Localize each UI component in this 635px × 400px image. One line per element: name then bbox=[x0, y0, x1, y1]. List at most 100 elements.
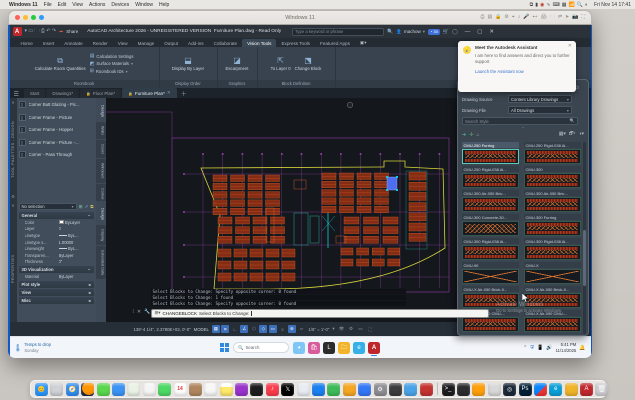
start-button[interactable] bbox=[220, 343, 229, 352]
select-objects-icon[interactable]: ➚ bbox=[85, 204, 89, 210]
folder-icon[interactable]: 🗀 bbox=[550, 14, 555, 22]
photoshop-icon[interactable]: Ps bbox=[518, 382, 532, 396]
tool-palette-item[interactable]: ▯ Corner Frame - Picture -... bbox=[18, 138, 94, 146]
mic-icon[interactable]: 🎤 bbox=[523, 14, 529, 22]
properties-tab-design[interactable]: Design bbox=[95, 204, 106, 224]
tv-icon[interactable] bbox=[250, 382, 264, 396]
notifications-bell-icon[interactable]: 🔔 bbox=[579, 345, 585, 351]
autocad-app-icon[interactable]: A bbox=[12, 27, 22, 36]
property-value[interactable]: ByLayer bbox=[59, 253, 94, 258]
menubar-app-name[interactable]: Windows 11 bbox=[9, 2, 38, 8]
polar-tracking-icon[interactable]: ∠ bbox=[240, 325, 249, 333]
panel-label[interactable]: Block Definition bbox=[257, 80, 335, 88]
file-tab-floor-plan-[interactable]: 🔒 Floor Plan* bbox=[80, 89, 122, 98]
notes-icon[interactable] bbox=[219, 382, 233, 396]
drag-handle-icon[interactable]: ⁞ bbox=[133, 309, 134, 315]
property-row[interactable]: Color ByLayer bbox=[19, 219, 94, 226]
fullscreen-icon[interactable]: ⛶ bbox=[581, 14, 585, 22]
freeform-icon[interactable] bbox=[342, 382, 356, 396]
finder-icon[interactable]: 😊 bbox=[35, 382, 48, 396]
property-section-view[interactable]: View ◂ bbox=[18, 288, 94, 296]
screen-icon[interactable]: ▦ bbox=[562, 2, 567, 8]
edge-icon[interactable]: e bbox=[549, 382, 563, 396]
minimize-button[interactable]: — bbox=[465, 29, 471, 35]
palette-tab-doors[interactable]: Doors bbox=[95, 139, 106, 159]
grid-icon[interactable]: ▤ bbox=[487, 14, 492, 22]
wall-style-tile[interactable]: CMU-90 bbox=[462, 262, 519, 284]
property-value[interactable]: 0" bbox=[59, 259, 94, 264]
mouse-icon[interactable]: ⌖ bbox=[512, 14, 515, 22]
security-tray-icon[interactable]: ⛨ bbox=[530, 345, 534, 351]
reminders-icon[interactable] bbox=[204, 382, 218, 396]
passwords-icon[interactable] bbox=[296, 382, 310, 396]
wall-style-tile[interactable]: CMU-300 Air-050 Bric... bbox=[524, 190, 581, 212]
maps-icon[interactable] bbox=[127, 382, 141, 396]
ribbon-tab-view[interactable]: View bbox=[113, 39, 133, 47]
style-search-input[interactable]: Search Style 🔍 bbox=[462, 117, 578, 125]
escarpment-button[interactable]: ◪ Escarpment bbox=[226, 56, 249, 71]
workspace-icon[interactable]: ⚙ bbox=[347, 325, 355, 333]
property-value[interactable]: ByLayer bbox=[59, 274, 94, 279]
maximize-button[interactable]: ▢ bbox=[477, 29, 482, 35]
search-icon[interactable]: 🔍 bbox=[387, 29, 393, 35]
parallels-icon[interactable]: ◉ bbox=[540, 2, 544, 8]
print-icon[interactable]: 🖨 bbox=[540, 14, 546, 22]
camera-icon[interactable]: 📷 bbox=[572, 14, 578, 22]
trial-countdown-badge[interactable]: ◔ 35 bbox=[427, 28, 440, 35]
wall-style-tile[interactable]: CMU-300 Rigid-038 Ai... bbox=[524, 238, 581, 260]
property-section-general[interactable]: General − bbox=[18, 212, 94, 219]
ribbon-tab-vision-tools[interactable]: Vision Tools bbox=[242, 39, 277, 47]
photos-icon[interactable] bbox=[142, 382, 156, 396]
annotation-scale-button[interactable]: 1/8" = 1'-0" bbox=[308, 327, 329, 332]
wall-style-tile[interactable]: CMU-300 Furring bbox=[524, 214, 581, 236]
menubar-item-help[interactable]: Help bbox=[159, 2, 169, 8]
clean-screen-icon[interactable]: ⛶ bbox=[366, 325, 374, 333]
autocad-icon[interactable]: A bbox=[368, 341, 380, 356]
close-icon[interactable]: ✕ bbox=[137, 309, 141, 315]
taskbar-search[interactable]: 🔍 Search bbox=[233, 342, 289, 353]
palette-tab-design[interactable]: Design bbox=[95, 101, 106, 121]
property-row[interactable]: Material ByLayer bbox=[19, 273, 94, 280]
autocad-icon[interactable]: A bbox=[580, 382, 594, 396]
notepad-icon[interactable]: L bbox=[323, 341, 335, 354]
explorer-icon[interactable]: 🗀 bbox=[338, 341, 350, 354]
lineweight-icon[interactable]: ≡ bbox=[278, 325, 286, 333]
surface-materials-button[interactable]: ◩ Surface Materials ▾ bbox=[90, 61, 134, 67]
help-icon[interactable]: ◯ bbox=[452, 29, 458, 35]
properties-tab-display[interactable]: Display bbox=[95, 224, 106, 246]
x-icon[interactable]: 𝕏 bbox=[281, 382, 295, 396]
add-icon[interactable]: ✛ bbox=[469, 132, 473, 138]
lock-icon[interactable]: 🔒 bbox=[495, 14, 501, 22]
property-row[interactable]: Transparen... ByLayer bbox=[19, 252, 94, 259]
tool-palette-item[interactable]: ▯ Corner - Pass Through bbox=[18, 151, 94, 158]
trash-icon[interactable]: 🗑 bbox=[595, 382, 609, 396]
app-store-icon[interactable] bbox=[312, 382, 326, 396]
transparency-icon[interactable]: ⊕ bbox=[287, 325, 296, 333]
search-icon[interactable]: 🔍 bbox=[577, 2, 583, 8]
network-icon[interactable]: ⇌ bbox=[558, 14, 562, 22]
property-value[interactable]: ByL... bbox=[58, 233, 94, 238]
property-section-3d-visualization[interactable]: 3D Visualization − bbox=[18, 266, 94, 274]
drawing-file-select[interactable]: All Drawings ▾ bbox=[508, 106, 572, 114]
calculate-room-quantities-button[interactable]: ⧉ Calculate Room Quantities bbox=[35, 56, 86, 71]
wall-style-tile[interactable]: CMU-X bbox=[524, 262, 581, 284]
color-wheel-icon[interactable]: ◑▾ bbox=[578, 131, 584, 139]
launch-assistant-link[interactable]: Launch the Assistant now bbox=[475, 69, 571, 74]
stats-icon[interactable]: ∿ bbox=[546, 2, 550, 8]
ribbon-tab-annotate[interactable]: Annotate bbox=[59, 39, 87, 47]
edge-icon[interactable]: e bbox=[353, 341, 365, 354]
calculator-icon[interactable] bbox=[472, 382, 486, 396]
view-panel-icon[interactable]: 🗗▾ bbox=[569, 131, 576, 139]
properties-tab-extended-data[interactable]: Extended Data bbox=[95, 246, 106, 280]
ribbon-tab-home[interactable]: Home bbox=[16, 39, 38, 47]
menubar-item-edit[interactable]: Edit bbox=[58, 2, 67, 8]
customize-wrench-icon[interactable]: 🔧 bbox=[144, 309, 150, 315]
messages-icon[interactable] bbox=[96, 382, 110, 396]
quick-select-icon[interactable]: ⧉ bbox=[90, 204, 93, 209]
firefox-icon[interactable] bbox=[81, 382, 95, 396]
properties-titlebar[interactable]: ✕ PROPERTIES ⚙ bbox=[9, 201, 17, 336]
panel-label[interactable]: Display Order bbox=[159, 80, 217, 88]
preview-icon[interactable] bbox=[404, 382, 418, 396]
wall-style-tile[interactable]: CMU-250 Furring bbox=[462, 142, 519, 164]
annotation-visibility-icon[interactable]: 👁 bbox=[338, 325, 346, 333]
